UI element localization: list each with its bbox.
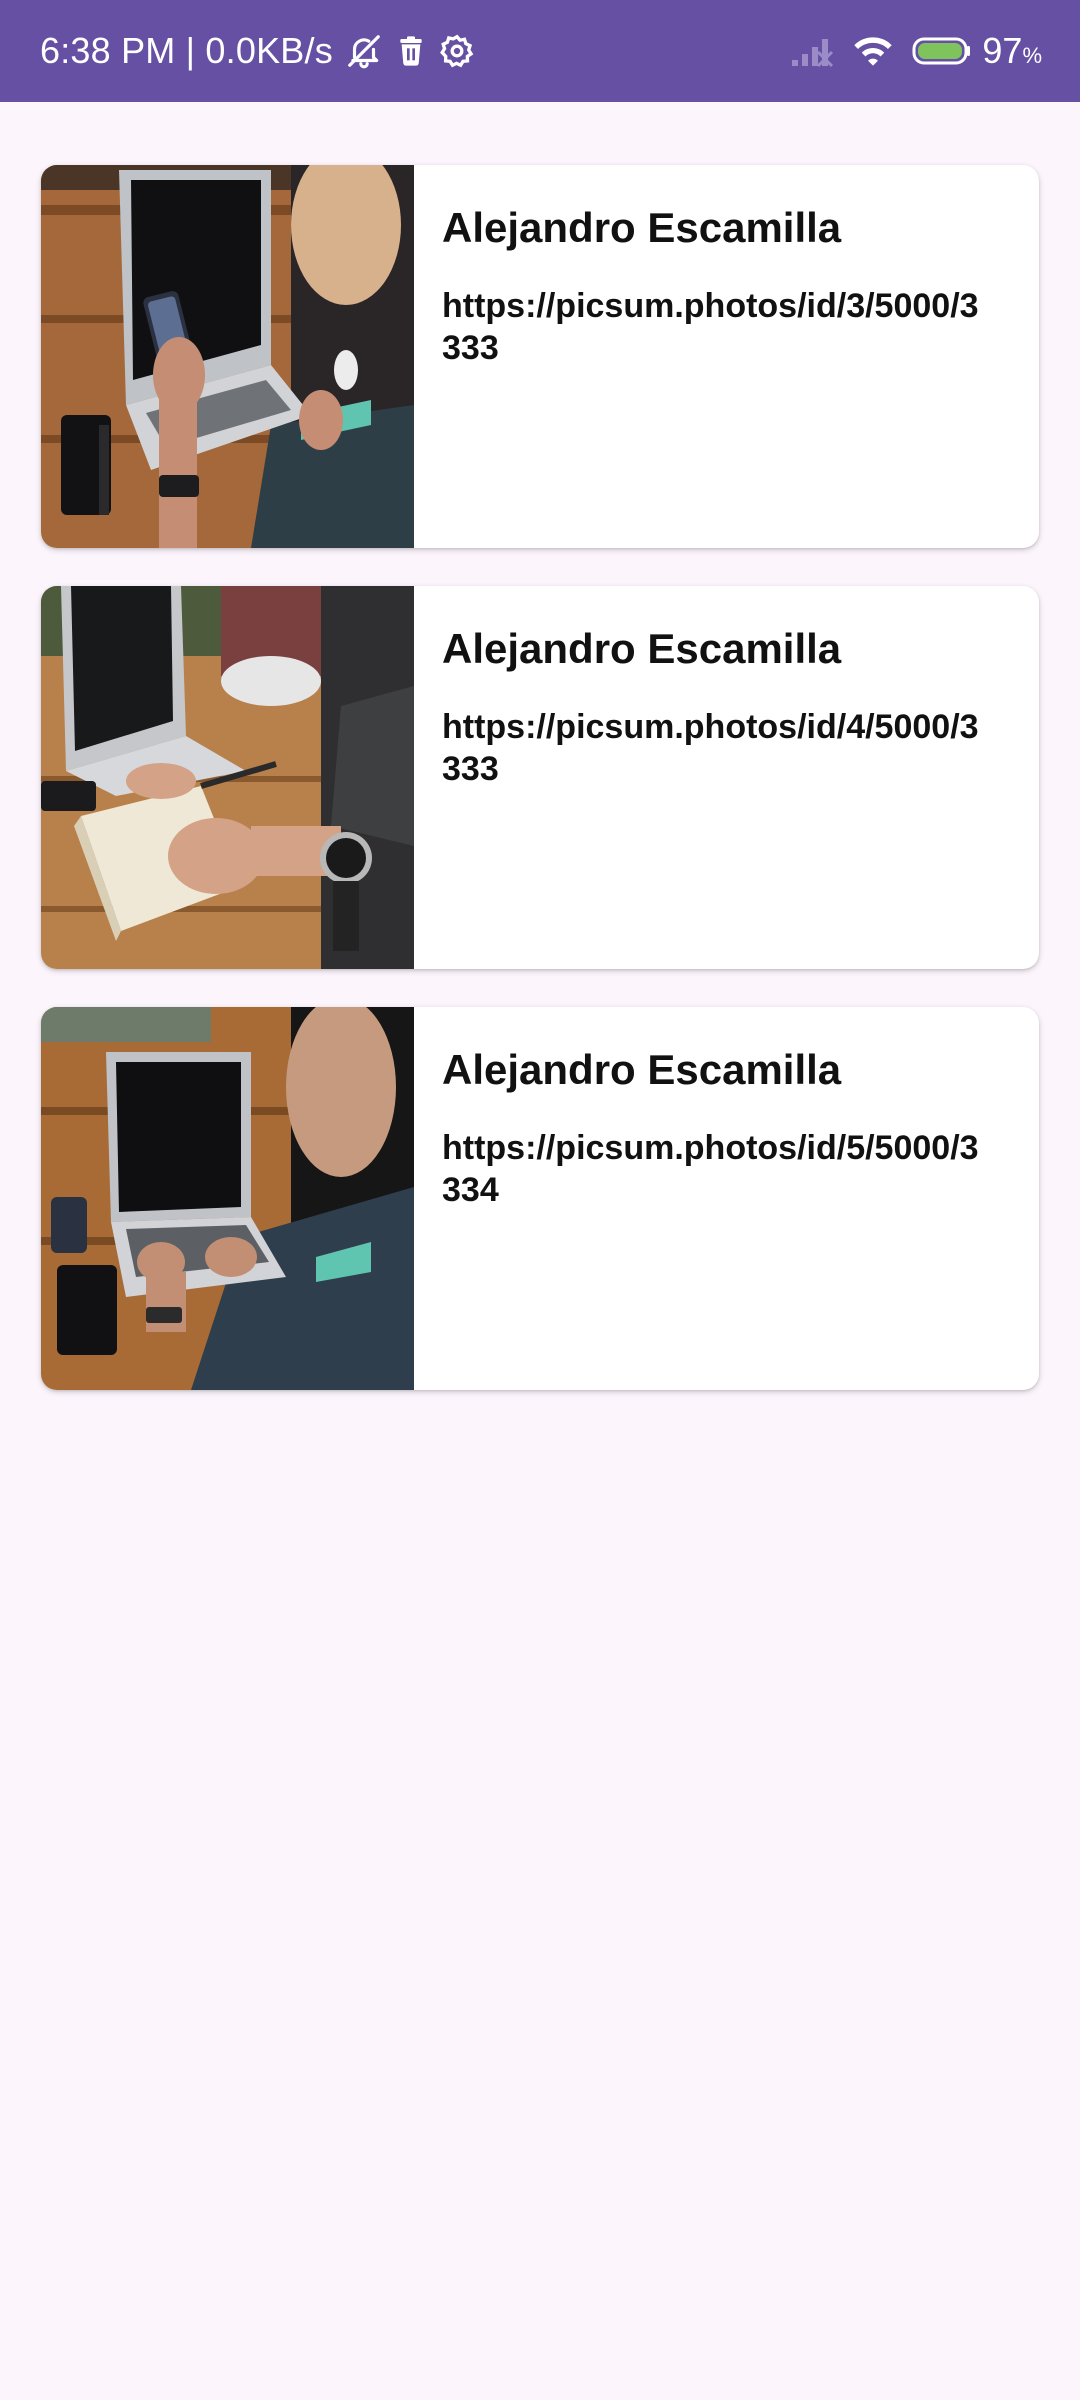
status-left: 6:38 PM | 0.0KB/s — [40, 30, 475, 72]
status-bar: 6:38 PM | 0.0KB/s 97% — [0, 0, 1080, 102]
settings-icon — [439, 33, 475, 69]
photo-url: https://picsum.photos/id/4/5000/3333 — [442, 708, 979, 788]
signal-icon — [790, 34, 834, 68]
trash-icon — [395, 33, 427, 69]
photo-url: https://picsum.photos/id/5/5000/3334 — [442, 1129, 979, 1209]
battery-value: 97 — [982, 30, 1023, 71]
status-time-speed: 6:38 PM | 0.0KB/s — [40, 30, 333, 71]
photo-card[interactable]: Alejandro Escamilla https://picsum.photo… — [41, 1007, 1039, 1390]
photo-thumbnail — [41, 586, 414, 969]
battery-unit: % — [1022, 43, 1042, 68]
card-body: Alejandro Escamilla https://picsum.photo… — [414, 1007, 1039, 1390]
photo-thumbnail — [41, 165, 414, 548]
card-body: Alejandro Escamilla https://picsum.photo… — [414, 165, 1039, 548]
photo-thumbnail — [41, 1007, 414, 1390]
photo-list: Alejandro Escamilla https://picsum.photo… — [41, 165, 1039, 1428]
photo-card[interactable]: Alejandro Escamilla https://picsum.photo… — [41, 586, 1039, 969]
battery-icon — [912, 34, 972, 68]
wifi-icon — [852, 34, 894, 68]
photo-url: https://picsum.photos/id/3/5000/3333 — [442, 287, 979, 367]
bell-off-icon — [345, 31, 383, 71]
card-body: Alejandro Escamilla https://picsum.photo… — [414, 586, 1039, 969]
author-name: Alejandro Escamilla — [442, 204, 842, 251]
battery-percent: 97% — [982, 30, 1042, 72]
author-name: Alejandro Escamilla — [442, 625, 842, 672]
photo-card[interactable]: Alejandro Escamilla https://picsum.photo… — [41, 165, 1039, 548]
status-right: 97% — [772, 30, 1042, 72]
author-name: Alejandro Escamilla — [442, 1046, 842, 1093]
